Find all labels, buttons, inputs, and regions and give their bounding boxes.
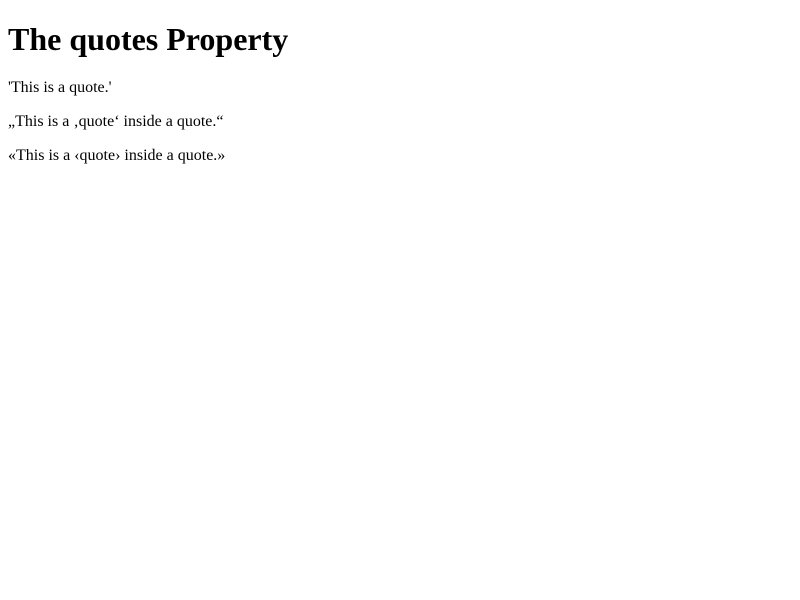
quote-paragraph-german: „This is a ‚quote‘ inside a quote.“ bbox=[8, 113, 224, 130]
page-title: The quotes Property bbox=[8, 21, 289, 57]
page: The quotes Property 'This is a quote.' „… bbox=[0, 0, 800, 600]
quote-paragraph-guillemets: «This is a ‹quote› inside a quote.» bbox=[8, 147, 226, 164]
quote-paragraph-single: 'This is a quote.' bbox=[8, 79, 112, 96]
